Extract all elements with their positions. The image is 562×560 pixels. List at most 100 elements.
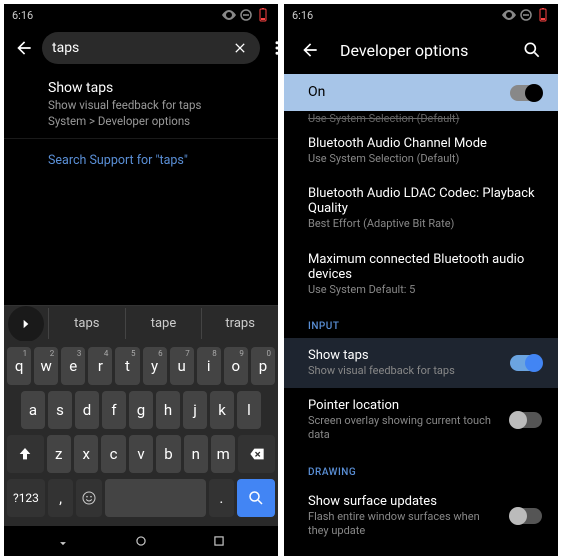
key-period[interactable]: . (209, 479, 234, 517)
key-space[interactable] (105, 479, 206, 517)
key-q[interactable]: q1 (7, 347, 31, 385)
setting-desc: Flash entire window surfaces when they u… (308, 510, 500, 539)
nav-recents[interactable] (210, 532, 228, 550)
key-row-1: q1 w2 e3 r4 t5 y6 u7 i8 o9 p0 (7, 347, 275, 385)
key-k[interactable]: k (210, 391, 234, 429)
key-w[interactable]: w2 (34, 347, 58, 385)
search-button[interactable] (520, 38, 544, 62)
status-icons (222, 8, 270, 22)
setting-surface-updates[interactable]: Show surface updates Flash entire window… (284, 484, 558, 549)
toggle-show-taps[interactable] (510, 355, 542, 371)
nav-keyboard-hide[interactable] (54, 532, 72, 550)
section-input: INPUT (284, 307, 558, 338)
status-bar: 6:16 (284, 4, 558, 26)
setting-bt-ldac[interactable]: Bluetooth Audio LDAC Codec: Playback Qua… (284, 176, 558, 241)
key-t[interactable]: t5 (115, 347, 139, 385)
setting-title: Show surface updates (308, 494, 500, 509)
suggestion-expand[interactable] (8, 306, 44, 342)
setting-title: Show taps (308, 348, 500, 363)
eye-icon (502, 8, 516, 22)
clear-button[interactable] (230, 38, 250, 58)
key-emoji[interactable] (76, 479, 101, 517)
battery-low-icon (256, 8, 270, 22)
key-j[interactable]: j (183, 391, 207, 429)
keyboard: q1 w2 e3 r4 t5 y6 u7 i8 o9 p0 a s d f g … (4, 341, 278, 526)
more-button[interactable] (268, 36, 278, 60)
key-backspace[interactable] (238, 435, 275, 473)
do-not-disturb-icon (519, 8, 533, 22)
key-m[interactable]: m (211, 435, 235, 473)
search-result-show-taps[interactable]: Show taps Show visual feedback for taps … (4, 70, 278, 139)
key-o[interactable]: o9 (224, 347, 248, 385)
key-y[interactable]: y6 (143, 347, 167, 385)
section-drawing: DRAWING (284, 453, 558, 484)
toggle-pointer-location[interactable] (510, 412, 542, 428)
toggle-surface-updates[interactable] (510, 508, 542, 524)
setting-bt-channel-mode[interactable]: Bluetooth Audio Channel Mode Use System … (284, 126, 558, 176)
dev-header: Developer options (284, 26, 558, 74)
setting-desc: Use System Default: 5 (308, 283, 542, 297)
key-c[interactable]: c (101, 435, 125, 473)
key-numbers[interactable]: ?123 (7, 479, 45, 517)
key-row-4: ?123 , . (7, 479, 275, 517)
setting-title: Bluetooth Audio Channel Mode (308, 136, 542, 151)
key-p[interactable]: p0 (251, 347, 275, 385)
back-button[interactable] (298, 38, 322, 62)
key-comma[interactable]: , (48, 479, 73, 517)
nav-bar (4, 526, 278, 556)
setting-max-bt-devices[interactable]: Maximum connected Bluetooth audio device… (284, 242, 558, 307)
result-path: System > Developer options (48, 114, 260, 128)
key-search[interactable] (237, 479, 275, 517)
setting-pointer-location[interactable]: Pointer location Screen overlay showing … (284, 388, 558, 453)
main-toggle-label: On (308, 84, 500, 100)
do-not-disturb-icon (239, 8, 253, 22)
back-button[interactable] (14, 36, 34, 60)
status-icons (502, 8, 550, 22)
status-time: 6:16 (12, 9, 33, 22)
search-input[interactable] (52, 40, 230, 56)
key-x[interactable]: x (74, 435, 98, 473)
setting-title: Bluetooth Audio LDAC Codec: Playback Qua… (308, 186, 542, 216)
phone-left-search: 6:16 Show taps S (4, 4, 278, 556)
key-i[interactable]: i8 (197, 347, 221, 385)
phone-right-dev-options: 6:16 Developer options On Use System Sel… (284, 4, 558, 556)
key-v[interactable]: v (129, 435, 153, 473)
key-n[interactable]: n (184, 435, 208, 473)
key-l[interactable]: l (237, 391, 261, 429)
setting-title: Maximum connected Bluetooth audio device… (308, 252, 542, 282)
key-g[interactable]: g (129, 391, 153, 429)
result-title: Show taps (48, 80, 260, 96)
eye-icon (222, 8, 236, 22)
search-results: Show taps Show visual feedback for taps … (4, 70, 278, 305)
setting-desc: Best Effort (Adaptive Bit Rate) (308, 217, 542, 231)
search-box[interactable] (42, 32, 260, 64)
setting-desc: Show visual feedback for taps (308, 364, 500, 378)
search-header (4, 26, 278, 70)
main-toggle-row[interactable]: On (284, 74, 558, 111)
key-f[interactable]: f (102, 391, 126, 429)
key-a[interactable]: a (21, 391, 45, 429)
suggestion-1[interactable]: taps (48, 308, 125, 339)
page-title: Developer options (340, 41, 502, 60)
nav-home[interactable] (132, 532, 150, 550)
setting-title: Pointer location (308, 398, 500, 413)
setting-desc: Screen overlay showing current touch dat… (308, 414, 500, 443)
key-s[interactable]: s (48, 391, 72, 429)
search-support-link[interactable]: Search Support for "taps" (4, 139, 278, 178)
suggestion-2[interactable]: tape (125, 308, 202, 339)
key-u[interactable]: u7 (170, 347, 194, 385)
key-e[interactable]: e3 (61, 347, 85, 385)
key-h[interactable]: h (156, 391, 180, 429)
setting-layout-bounds[interactable]: Show layout bounds Show clip bounds, mar… (284, 548, 558, 556)
key-row-3: z x c v b n m (7, 435, 275, 473)
key-z[interactable]: z (47, 435, 71, 473)
settings-list[interactable]: On Use System Selection (Default) Blueto… (284, 74, 558, 556)
key-shift[interactable] (7, 435, 44, 473)
suggestion-3[interactable]: traps (201, 308, 278, 339)
setting-cutoff: Use System Selection (Default) (284, 111, 558, 126)
key-r[interactable]: r4 (88, 347, 112, 385)
key-b[interactable]: b (156, 435, 180, 473)
setting-show-taps[interactable]: Show taps Show visual feedback for taps (284, 338, 558, 388)
main-toggle[interactable] (510, 85, 542, 101)
key-d[interactable]: d (75, 391, 99, 429)
